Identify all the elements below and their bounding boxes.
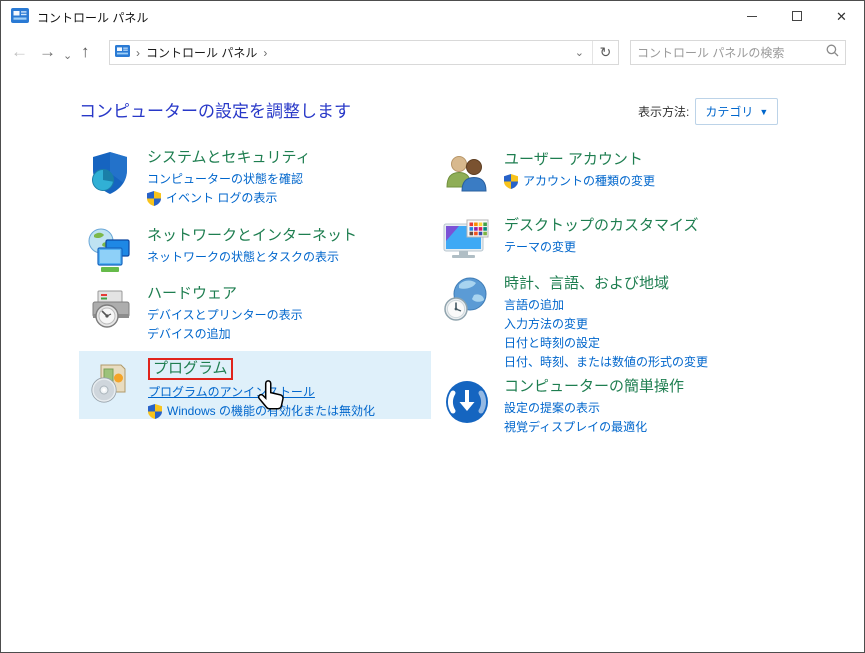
task-link[interactable]: 入力方法の変更 [504, 315, 708, 334]
category-title[interactable]: デスクトップのカスタマイズ [504, 217, 699, 235]
category-title-programs[interactable]: プログラム [148, 358, 375, 380]
task-link[interactable]: Windows の機能の有効化または無効化 [148, 402, 375, 421]
search-box[interactable] [630, 40, 846, 65]
uac-shield-icon [147, 191, 161, 206]
task-link[interactable]: 日付、時刻、または数値の形式の変更 [504, 353, 708, 372]
task-link[interactable]: アカウントの種類の変更 [504, 172, 655, 191]
category-programs-hover-area[interactable]: プログラム プログラムのアンインストール Windows の機能の有効化または無… [79, 351, 431, 419]
task-link[interactable]: イベント ログの表示 [147, 189, 311, 208]
category-system-security: システムとセキュリティ コンピューターの状態を確認 イベント ログの表示 [86, 149, 436, 208]
task-link[interactable]: コンピューターの状態を確認 [147, 170, 311, 189]
history-chevron-icon[interactable]: ⌄ [63, 45, 72, 67]
close-icon: ✕ [836, 8, 847, 24]
task-link-uninstall-program[interactable]: プログラムのアンインストール [148, 383, 375, 402]
ease-of-access-icon[interactable] [443, 378, 491, 426]
category-programs: プログラム プログラムのアンインストール Windows の機能の有効化または無… [79, 351, 429, 421]
breadcrumb-chevron-icon: › [136, 45, 140, 60]
view-by-value: カテゴリ [705, 105, 754, 119]
category-hardware: ハードウェア デバイスとプリンターの表示 デバイスの追加 [86, 285, 436, 344]
page-title: コンピューターの設定を調整します [79, 102, 351, 121]
category-clock-language-region: 時計、言語、および地域 言語の追加 入力方法の変更 日付と時刻の設定 日付、時刻… [443, 275, 793, 372]
category-ease-of-access: コンピューターの簡単操作 設定の提案の表示 視覚ディスプレイの最適化 [443, 378, 793, 437]
category-title[interactable]: ハードウェア [147, 285, 303, 303]
dropdown-caret-icon: ▼ [759, 106, 769, 117]
task-link[interactable]: 日付と時刻の設定 [504, 334, 708, 353]
minimize-icon [746, 15, 757, 17]
category-title[interactable]: システムとセキュリティ [147, 149, 311, 167]
category-title[interactable]: ユーザー アカウント [504, 151, 655, 169]
view-by-dropdown[interactable]: カテゴリ ▼ [695, 98, 779, 125]
maximize-icon [791, 11, 802, 21]
breadcrumb-control-panel-icon [115, 45, 130, 60]
task-link[interactable]: テーマの変更 [504, 238, 699, 257]
uac-shield-icon [148, 404, 162, 419]
two-users-icon[interactable] [443, 151, 491, 199]
search-icon[interactable] [826, 44, 839, 62]
up-icon[interactable]: ↑ [81, 41, 90, 63]
minimize-button[interactable] [729, 1, 774, 31]
view-by-label: 表示方法: [638, 105, 690, 119]
category-network-internet: ネットワークとインターネット ネットワークの状態とタスクの表示 [86, 227, 436, 275]
category-title[interactable]: 時計、言語、および地域 [504, 275, 708, 293]
control-panel-window: コントロール パネル ✕ ← → ⌄ ↑ › コントロール パネル › ⌄ ↻ [0, 0, 865, 653]
navigation-bar: ← → ⌄ ↑ › コントロール パネル › ⌄ ↻ [1, 32, 864, 72]
task-link[interactable]: デバイスの追加 [147, 325, 303, 344]
task-link[interactable]: デバイスとプリンターの表示 [147, 306, 303, 325]
forward-icon[interactable]: → [39, 41, 56, 63]
breadcrumb-chevron-icon[interactable]: › [263, 46, 267, 60]
printer-gauge-icon[interactable] [86, 285, 134, 333]
address-bar[interactable]: › コントロール パネル › ⌄ ↻ [109, 40, 619, 65]
monitor-palette-icon[interactable] [443, 217, 491, 265]
task-link[interactable]: 設定の提案の表示 [504, 399, 684, 418]
control-panel-icon [11, 8, 29, 28]
task-link[interactable]: 言語の追加 [504, 296, 708, 315]
software-box-cd-icon[interactable] [87, 358, 135, 406]
search-input[interactable] [637, 45, 826, 60]
category-title[interactable]: ネットワークとインターネット [147, 227, 357, 245]
category-appearance-personalization: デスクトップのカスタマイズ テーマの変更 [443, 217, 793, 265]
task-link[interactable]: 視覚ディスプレイの最適化 [504, 418, 684, 437]
breadcrumb[interactable]: コントロール パネル [146, 44, 257, 61]
category-user-accounts: ユーザー アカウント アカウントの種類の変更 [443, 151, 793, 199]
globe-monitors-icon[interactable] [86, 227, 134, 275]
maximize-button[interactable] [774, 1, 819, 31]
shield-pie-icon[interactable] [86, 149, 134, 197]
globe-clock-icon[interactable] [443, 275, 491, 323]
view-by: 表示方法: カテゴリ ▼ [638, 98, 779, 125]
category-title[interactable]: コンピューターの簡単操作 [504, 378, 684, 396]
title-bar: コントロール パネル ✕ [1, 1, 864, 32]
task-link[interactable]: ネットワークの状態とタスクの表示 [147, 248, 357, 267]
back-icon[interactable]: ← [11, 41, 28, 63]
window-title: コントロール パネル [37, 11, 149, 25]
uac-shield-icon [504, 174, 518, 189]
annotation-red-box: プログラム [148, 358, 233, 380]
refresh-icon[interactable]: ↻ [593, 44, 618, 61]
address-dropdown-icon[interactable]: ⌄ [567, 46, 592, 59]
close-button[interactable]: ✕ [819, 1, 864, 31]
